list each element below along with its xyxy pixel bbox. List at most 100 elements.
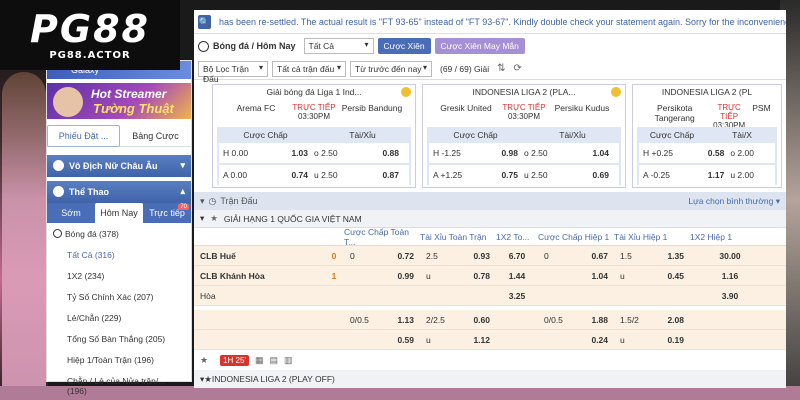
soccer-ball-icon [53, 229, 62, 238]
tab-bet-list[interactable]: Bảng Cược [120, 126, 191, 146]
odds-value: 0.24 [591, 334, 608, 345]
odds-value: 1.44 [508, 270, 526, 281]
league-header[interactable]: ▾ ★ INDONESIA LIGA 2 (PLAY OFF) [194, 370, 786, 388]
stats-icon[interactable]: ▦ [255, 355, 264, 366]
odds-cell[interactable]: 2/2.5 0.60 [420, 315, 496, 325]
featured-card[interactable]: INDONESIA LIGA 2 (PL Persikota Tangerang… [632, 84, 782, 188]
odds-value: 3.90 [721, 290, 739, 301]
table-row: CLB Khánh Hòa 1 0.99 u 0.78 1.44 1.04 u 0.… [194, 266, 786, 286]
pin-icon[interactable] [401, 87, 411, 97]
time-filter[interactable]: Từ trước đến nay ▾ [350, 60, 432, 77]
odds-cell[interactable]: 0.24 [538, 335, 614, 345]
odds-cell[interactable]: 0.99 [344, 271, 420, 281]
menu-all[interactable]: Tất Cả (316) [47, 244, 191, 265]
star-icon[interactable]: ★ [200, 355, 208, 366]
odds-value[interactable]: 1.04 [567, 148, 616, 158]
sort-icon[interactable]: ⇅ [497, 63, 505, 74]
odds-cell[interactable]: 0.59 [344, 335, 420, 345]
league-filter[interactable]: Bộ Lọc Trận Đấu ▾ [198, 60, 268, 84]
tab-bet-slip[interactable]: Phiếu Đặt ... [47, 124, 120, 147]
search-icon[interactable]: 🔍 [198, 14, 212, 29]
section-sports[interactable]: Thể Thao ▴ [47, 181, 191, 203]
odds-table-body: CLB Huế 0 0 0.72 2.5 0.93 6.70 0 0.67 1.5 1.… [194, 246, 786, 370]
odds-value[interactable]: 0.74 [266, 170, 315, 180]
menu-1x2[interactable]: 1X2 (234) [47, 265, 191, 286]
odds-cell[interactable]: 0 0.67 [538, 251, 614, 261]
odds-cell[interactable]: 0 0.72 [344, 251, 420, 261]
odds-cell[interactable]: 0/0.5 1.88 [538, 315, 614, 325]
menu-odd-even[interactable]: Lẻ/Chẵn (229) [47, 307, 191, 328]
odds-value[interactable]: 0.75 [476, 170, 525, 180]
field-icon[interactable]: ▤ [269, 355, 278, 366]
menu-correct-score[interactable]: Tỷ Số Chính Xác (207) [47, 286, 191, 307]
card-league: Giải bóng đá Liga 1 Ind... [266, 87, 362, 97]
odds-value[interactable]: 1.03 [266, 148, 315, 158]
star-icon[interactable]: ★ [204, 374, 212, 385]
odds-value[interactable]: 1.17 [684, 170, 731, 180]
odds-value[interactable]: 0.98 [476, 148, 525, 158]
collapse-icon[interactable]: ▾ [200, 196, 205, 207]
menu-half-odd-even[interactable]: Chẵn / Lẻ của Nửa trận/... (196) [47, 370, 191, 396]
odds-value[interactable]: 0.88 [357, 148, 406, 158]
menu-total-goals[interactable]: Tổng Số Bàn Thắng (205) [47, 328, 191, 349]
banner-hot-streamer[interactable]: Hot Streamer Tường Thuật [47, 83, 191, 119]
odds-cell[interactable]: 30.00 [690, 251, 770, 261]
odds-cell[interactable]: u 0.19 [614, 335, 690, 345]
odds-label: u 2.50 [314, 170, 338, 180]
odds-cell[interactable]: 1.16 [690, 271, 770, 281]
star-icon[interactable]: ★ [210, 213, 218, 224]
pin-icon[interactable] [611, 87, 621, 97]
away-score: 1 [331, 270, 337, 281]
bet-tabs: Phiếu Đặt ... Bảng Cược [47, 124, 191, 147]
odds-label: u 2.00 [730, 170, 754, 180]
odds-value[interactable]: 0.87 [357, 170, 406, 180]
card-odds-row: H 0.00 1.03 o 2.50 0.88 [219, 143, 409, 163]
card-odds-header: Cược Chấp Tài/Xỉu [427, 127, 621, 141]
sidebar: Galaxy Hot Streamer Tường Thuật Phiếu Đặ… [46, 60, 192, 396]
odds-cell[interactable]: u 0.78 [420, 271, 496, 281]
odds-value: 30.00 [719, 250, 741, 261]
odds-cell[interactable]: 1.5 1.35 [614, 251, 690, 261]
tab-live[interactable]: Trực tiếp 70 [143, 203, 191, 223]
card-odds: Cược Chấp Tài/X H +0.25 0.58 o 2.00 A -0.2… [637, 127, 777, 185]
odds-cell[interactable]: 3.25 [496, 291, 538, 301]
odds-cell[interactable]: 1.5/2 2.08 [614, 315, 690, 325]
card-odds-row: A +1.25 0.75 u 2.50 0.69 [429, 165, 619, 185]
featured-card[interactable]: Giải bóng đá Liga 1 Ind... Arema FC TRỰC… [212, 84, 416, 188]
odds-cell[interactable]: 0/0.5 1.13 [344, 315, 420, 325]
menu-ht-ft[interactable]: Hiệp 1/Toàn Trận (196) [47, 349, 191, 370]
odds-cell[interactable]: u 1.12 [420, 335, 496, 345]
sort-select[interactable]: Lựa chọn bình thường ▾ [688, 196, 780, 207]
featured-matches: Giải bóng đá Liga 1 Ind... Arema FC TRỰC… [194, 80, 786, 192]
tab-early[interactable]: Sớm [47, 203, 95, 223]
section-euro-women[interactable]: Vô Địch Nữ Châu Âu ▾ [47, 155, 191, 177]
odds-cell[interactable]: 1.44 [496, 271, 538, 281]
odds-label: 0 [544, 250, 549, 261]
card-home-team: Arema FC [236, 103, 276, 113]
league-header[interactable]: ▾ ★ GIẢI HẠNG 1 QUỐC GIA VIỆT NAM [194, 210, 786, 228]
odds-cell[interactable]: 3.90 [690, 291, 770, 301]
odds-label: u [426, 334, 431, 345]
odds-cell[interactable]: 6.70 [496, 251, 538, 261]
odds-value[interactable]: 0.69 [567, 170, 616, 180]
odds-cell[interactable]: 1.04 [538, 271, 614, 281]
chart-icon[interactable]: ▥ [284, 355, 293, 366]
card-hdr-ah: Cược Chấp [453, 130, 498, 140]
odds-label: 0/0.5 [544, 314, 563, 325]
card-live: TRỰC TIẾP [292, 103, 336, 112]
match-filter[interactable]: Tất cả trận đấu ▾ [272, 60, 346, 77]
featured-card[interactable]: INDONESIA LIGA 2 (PLA... Gresik United T… [422, 84, 626, 188]
tab-today[interactable]: Hôm Nay [95, 203, 143, 223]
odds-cell[interactable]: u 0.45 [614, 271, 690, 281]
card-odds: Cược Chấp Tài/Xỉu H -1.25 0.98 o 2.50 1.04 … [427, 127, 621, 185]
menu-soccer-label: Bóng đá (378) [65, 229, 119, 239]
collapse-icon[interactable]: ▾ [200, 213, 204, 224]
market-select[interactable]: Tất Cả ▾ [303, 38, 374, 54]
refresh-icon[interactable]: ⟳ [514, 63, 522, 74]
odds-cell[interactable]: 2.5 0.93 [420, 251, 496, 261]
menu-soccer[interactable]: Bóng đá (378) [47, 223, 191, 244]
card-away-team: Persib Bandung [341, 103, 403, 113]
odds-value[interactable]: 0.58 [684, 148, 731, 158]
parlay-button[interactable]: Cược Xiên [377, 38, 431, 54]
lucky-parlay-button[interactable]: Cược Xiên May Mắn [434, 38, 525, 54]
